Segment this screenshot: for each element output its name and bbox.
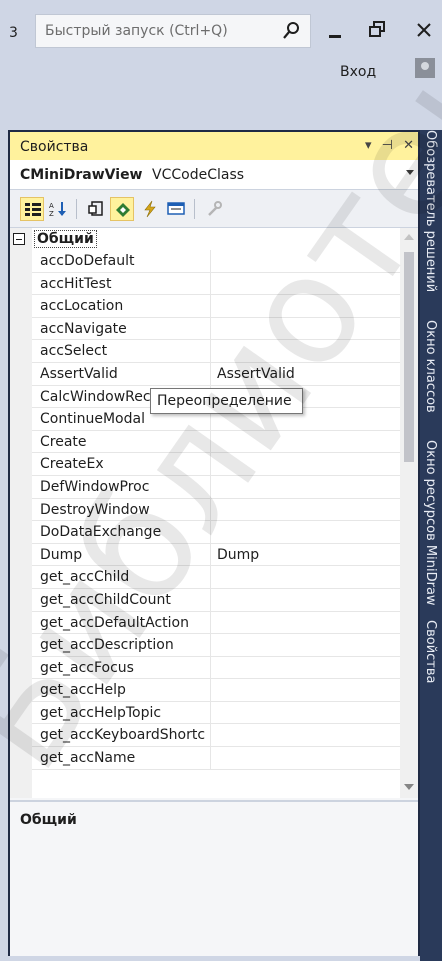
- events-button[interactable]: [138, 197, 162, 221]
- object-selector[interactable]: CMiniDrawView VCCodeClass: [10, 160, 418, 190]
- quick-launch-input[interactable]: Быстрый запуск (Ctrl+Q): [35, 14, 311, 48]
- wrench-icon: [208, 201, 222, 216]
- property-name: get_accFocus: [40, 659, 134, 676]
- property-value[interactable]: Dump: [217, 547, 259, 563]
- close-icon[interactable]: [410, 16, 438, 44]
- description-title: Общий: [20, 812, 77, 828]
- user-icon[interactable]: [415, 58, 435, 78]
- property-row[interactable]: DestroyWindow: [32, 498, 400, 522]
- vertical-scrollbar[interactable]: [400, 228, 418, 798]
- property-name: get_accChild: [40, 569, 130, 586]
- chevron-down-icon[interactable]: [406, 170, 414, 175]
- property-name: accNavigate: [40, 320, 127, 337]
- categorized-icon: [25, 203, 41, 216]
- messages-icon: [167, 202, 185, 215]
- property-name: get_accName: [40, 750, 136, 767]
- property-name: accHitTest: [40, 275, 112, 292]
- property-row[interactable]: get_accChild: [32, 566, 400, 589]
- categorized-button[interactable]: [20, 197, 44, 221]
- panel-title-bar[interactable]: Свойства ▾ ⊣ ✕: [10, 130, 418, 160]
- panel-title: Свойства: [20, 139, 89, 155]
- property-row[interactable]: accNavigate: [32, 317, 400, 341]
- property-name: accDoDefault: [40, 253, 135, 269]
- alphabetical-button[interactable]: A Z: [46, 197, 70, 221]
- object-class: VCCodeClass: [152, 167, 245, 183]
- property-name: DoDataExchange: [40, 524, 162, 541]
- login-link[interactable]: Вход: [340, 64, 376, 80]
- property-name: get_accHelpTopic: [40, 704, 162, 721]
- properties-toolbar: A Z: [10, 190, 418, 228]
- messages-button[interactable]: [164, 197, 188, 221]
- property-pages-icon: [88, 201, 103, 216]
- description-pane: Общий: [10, 800, 418, 956]
- category-label: Общий: [34, 230, 97, 248]
- object-name: CMiniDrawView: [20, 167, 143, 183]
- property-name: get_accChildCount: [40, 591, 171, 608]
- category-row[interactable]: Общий: [10, 228, 400, 250]
- edge-label: 3: [9, 25, 18, 41]
- property-name: get_accKeyboardShortc: [40, 727, 206, 744]
- property-row[interactable]: get_accChildCount: [32, 588, 400, 612]
- property-row[interactable]: DoDataExchange: [32, 521, 400, 544]
- property-row[interactable]: get_accKeyboardShortc: [32, 724, 400, 748]
- side-tab-strip: Обозреватель решений Окно классов Окно р…: [420, 130, 442, 961]
- overrides-button[interactable]: [110, 197, 134, 221]
- property-row[interactable]: get_accDefaultAction: [32, 611, 400, 635]
- property-row[interactable]: AssertValid AssertValid: [32, 362, 400, 386]
- property-row[interactable]: accHitTest: [32, 272, 400, 296]
- property-name: accSelect: [40, 343, 108, 360]
- pin-icon[interactable]: ⊣: [382, 138, 393, 153]
- property-name: get_accDescription: [40, 637, 174, 654]
- title-bar: 3 Быстрый запуск (Ctrl+Q) Вход: [0, 0, 442, 130]
- property-row[interactable]: get_accHelpTopic: [32, 701, 400, 725]
- scroll-up-icon[interactable]: [404, 234, 414, 240]
- property-pages-button[interactable]: [84, 197, 108, 221]
- properties-panel: Свойства ▾ ⊣ ✕ CMiniDrawView VCCodeClass…: [8, 130, 420, 956]
- property-row[interactable]: CreateEx: [32, 453, 400, 476]
- quick-launch-placeholder: Быстрый запуск (Ctrl+Q): [45, 23, 228, 39]
- property-name: AssertValid: [40, 365, 118, 382]
- dropdown-icon[interactable]: ▾: [365, 138, 372, 153]
- property-name: CreateEx: [40, 456, 104, 473]
- property-row[interactable]: Create: [32, 430, 400, 454]
- property-row[interactable]: accLocation: [32, 295, 400, 318]
- overrides-icon: [116, 203, 130, 217]
- minimize-icon[interactable]: [321, 16, 349, 44]
- collapse-icon[interactable]: [13, 233, 25, 245]
- tab-solution-explorer[interactable]: Обозреватель решений: [423, 130, 438, 292]
- svg-text:Z: Z: [49, 210, 54, 218]
- property-grid: Общий accDoDefault accHitTest accLocation a…: [10, 228, 418, 798]
- restore-icon[interactable]: [363, 16, 391, 44]
- property-row[interactable]: get_accDescription: [32, 634, 400, 657]
- property-name: DestroyWindow: [40, 501, 150, 518]
- property-name: DefWindowProc: [40, 478, 150, 495]
- tab-class-view[interactable]: Окно классов: [423, 320, 438, 413]
- tooltip: Переопределение: [150, 388, 303, 414]
- property-row[interactable]: accSelect: [32, 340, 400, 363]
- property-name: Dump: [40, 546, 83, 563]
- property-name: accLocation: [40, 298, 124, 315]
- tab-properties[interactable]: Свойства: [423, 620, 438, 684]
- tab-resource-view[interactable]: Окно ресурсов MiniDraw: [423, 440, 438, 606]
- close-panel-icon[interactable]: ✕: [403, 138, 414, 153]
- property-row[interactable]: get_accHelp: [32, 679, 400, 702]
- property-row[interactable]: accDoDefault: [32, 250, 400, 273]
- property-name: Create: [40, 433, 87, 450]
- property-pages-wrench-button[interactable]: [202, 197, 226, 221]
- svg-text:A: A: [49, 202, 54, 210]
- property-row[interactable]: get_accFocus: [32, 656, 400, 680]
- lightning-icon: [144, 200, 156, 218]
- property-name: get_accDefaultAction: [40, 614, 189, 631]
- search-icon[interactable]: [282, 20, 302, 42]
- property-row[interactable]: get_accName: [32, 747, 400, 770]
- scroll-thumb[interactable]: [404, 252, 414, 462]
- sort-az-icon: A Z: [49, 202, 66, 218]
- property-row[interactable]: DefWindowProc: [32, 475, 400, 499]
- property-name: get_accHelp: [40, 682, 126, 699]
- property-value[interactable]: AssertValid: [217, 366, 295, 382]
- property-row[interactable]: Dump Dump: [32, 543, 400, 567]
- scroll-down-icon[interactable]: [404, 784, 414, 790]
